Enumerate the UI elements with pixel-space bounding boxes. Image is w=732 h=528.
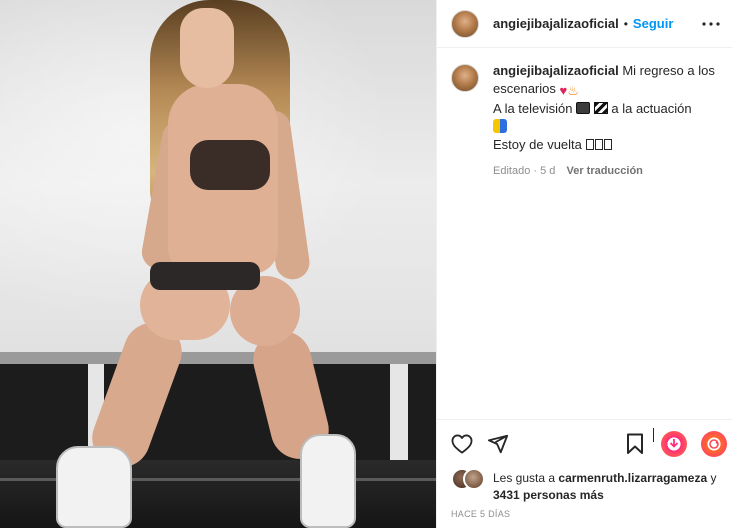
liker-avatar[interactable] [463,468,485,490]
photo-bench-gap [390,364,408,460]
heart-outline-icon[interactable] [450,432,474,456]
post-caption: angiejibajalizaoficial Mi regreso a los … [451,62,721,180]
television-icon [576,102,591,114]
send-icon[interactable] [486,432,510,456]
photo-bench-seat [0,352,436,364]
caption-username[interactable]: angiejibajalizaoficial [493,63,619,78]
more-options-icon[interactable] [701,14,721,34]
post-actions-bar [437,419,732,467]
caption-meta: Editado · 5 d Ver traducción [493,162,719,180]
post-sidebar: angiejibajalizaoficial • Seguir angiejib… [436,0,732,528]
likes-prefix: Les gusta a [493,471,556,485]
caption-trailing-glyphs [585,137,613,152]
red-heart-icon: ♥ [559,83,568,98]
likes-others-link[interactable]: 3431 personas más [493,488,604,502]
instagram-post: angiejibajalizaoficial • Seguir angiejib… [0,0,732,528]
photo-figure-bottom [150,262,260,290]
repost-extension-icon[interactable] [701,431,727,457]
liker-username[interactable]: carmenruth.lizarragameza [558,471,707,485]
caption-text-line2-end: a la actuación [611,101,692,116]
author-avatar[interactable] [451,9,479,38]
photo-figure-top [190,140,270,190]
clapper-board-icon [593,102,608,114]
photo-figure-boot [300,434,356,528]
photo-bench [0,352,436,460]
bookmark-icon[interactable] [623,432,647,456]
photo-figure-boot [56,446,132,528]
see-translation-link[interactable]: Ver traducción [566,165,642,177]
caption-text-line4: Estoy de vuelta [493,137,582,152]
edited-label: Editado [493,165,531,177]
separator-dot: • [623,16,628,31]
post-header: angiejibajalizaoficial • Seguir [437,0,732,48]
post-photo[interactable] [0,0,436,528]
photo-figure-face [180,8,234,88]
likes-conjunction: y [710,471,717,485]
likes-summary: Les gusta a carmenruth.lizarragameza y 3… [451,468,727,504]
performing-arts-icon [493,119,507,133]
caption-age: 5 d [540,165,556,177]
author-username[interactable]: angiejibajalizaoficial [493,16,619,31]
fire-icon: ♨ [567,83,579,98]
download-extension-icon[interactable] [661,431,687,457]
caption-author-avatar[interactable] [451,64,479,92]
cursor-caret [653,428,654,442]
follow-button[interactable]: Seguir [633,16,673,31]
post-timestamp[interactable]: Hace 5 días [451,509,510,519]
caption-text-line2-start: A la televisión [493,101,573,116]
likes-text: Les gusta a carmenruth.lizarragameza y 3… [493,470,727,504]
caption-body: angiejibajalizaoficial Mi regreso a los … [493,62,719,180]
